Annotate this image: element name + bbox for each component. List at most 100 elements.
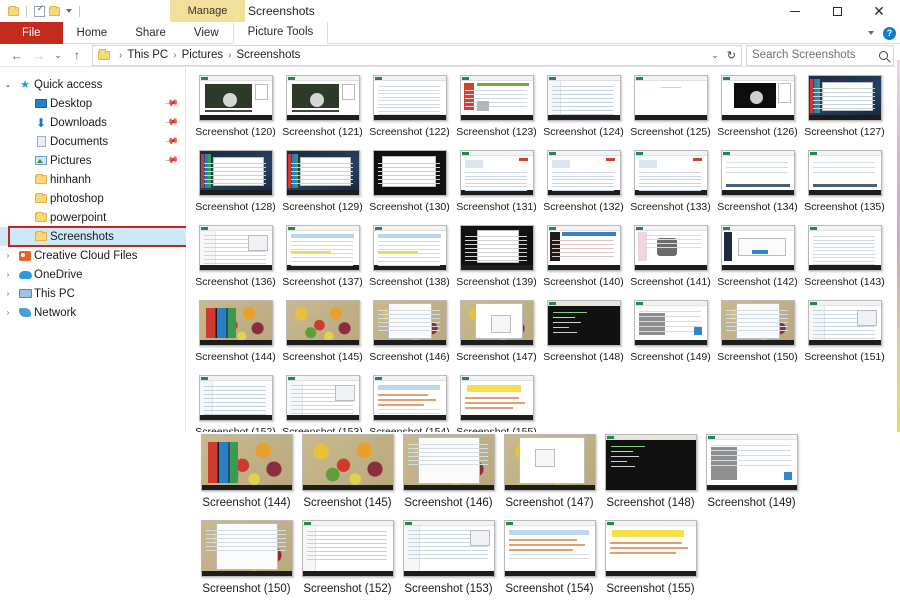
file-item[interactable]: Screenshot (154) (366, 373, 453, 432)
file-item[interactable]: Screenshot (142) (714, 223, 801, 298)
file-item[interactable]: Screenshot (125) (627, 73, 714, 148)
sidebar-item-powerpoint[interactable]: powerpoint (0, 208, 185, 227)
file-item[interactable]: Screenshot (137) (279, 223, 366, 298)
file-thumbnail[interactable] (459, 300, 534, 346)
overflow-file-thumbnail[interactable] (301, 520, 394, 577)
file-thumbnail[interactable] (285, 75, 360, 121)
overflow-file-thumbnail[interactable] (200, 520, 293, 577)
chevron-icon[interactable]: › (0, 289, 16, 298)
overflow-file-thumbnail[interactable] (604, 434, 697, 491)
maximize-button[interactable] (816, 0, 858, 22)
breadcrumb-item-screenshots[interactable]: Screenshots (236, 49, 300, 61)
file-thumbnail[interactable] (372, 150, 447, 196)
sidebar-item-this-pc[interactable]: › This PC (0, 284, 185, 303)
file-thumbnail[interactable] (198, 300, 273, 346)
file-thumbnail[interactable] (807, 300, 882, 346)
overflow-file-item[interactable]: Screenshot (152) (297, 520, 398, 600)
file-thumbnail[interactable] (372, 375, 447, 421)
file-item[interactable]: Screenshot (155) (453, 373, 540, 432)
file-thumbnail[interactable] (546, 300, 621, 346)
pin-icon[interactable]: 📌 (164, 115, 179, 130)
file-thumbnail[interactable] (633, 225, 708, 271)
file-item[interactable]: Screenshot (141) (627, 223, 714, 298)
up-button[interactable]: ↑ (66, 44, 88, 66)
file-item[interactable]: Screenshot (128) (192, 148, 279, 223)
pin-icon[interactable]: 📌 (164, 134, 179, 149)
sidebar-item-onedrive[interactable]: › OneDrive (0, 265, 185, 284)
recent-locations-button[interactable]: ⌄ (50, 44, 66, 66)
file-item[interactable]: Screenshot (123) (453, 73, 540, 148)
back-button[interactable]: ← (6, 44, 28, 66)
overflow-file-item[interactable]: Screenshot (148) (600, 434, 701, 520)
file-item[interactable]: Screenshot (131) (453, 148, 540, 223)
chevron-icon[interactable]: › (0, 251, 16, 260)
file-item[interactable]: Screenshot (148) (540, 298, 627, 373)
file-item[interactable]: Screenshot (152) (192, 373, 279, 432)
chevron-down-icon[interactable] (868, 31, 874, 35)
folder-icon[interactable] (8, 5, 19, 16)
file-thumbnail[interactable] (285, 300, 360, 346)
file-item[interactable]: Screenshot (149) (627, 298, 714, 373)
file-item[interactable]: Screenshot (144) (192, 298, 279, 373)
file-thumbnail[interactable] (372, 300, 447, 346)
sidebar-item-desktop[interactable]: Desktop 📌 (0, 94, 185, 113)
sidebar-item-photoshop[interactable]: photoshop (0, 189, 185, 208)
search-input[interactable]: Search Screenshots (752, 49, 879, 61)
file-item[interactable]: Screenshot (136) (192, 223, 279, 298)
file-thumbnail[interactable] (285, 225, 360, 271)
pin-icon[interactable]: 📌 (164, 96, 179, 111)
overflow-file-item[interactable]: Screenshot (150) (196, 520, 297, 600)
sidebar-item-screenshots[interactable]: Screenshots (0, 227, 185, 246)
properties-icon[interactable] (34, 3, 46, 17)
help-icon[interactable]: ? (883, 26, 896, 40)
close-button[interactable]: ✕ (858, 0, 900, 22)
tab-home[interactable]: Home (63, 22, 122, 44)
file-thumbnail[interactable] (198, 375, 273, 421)
file-thumbnail[interactable] (459, 150, 534, 196)
sidebar-item-creative-cloud-files[interactable]: › Creative Cloud Files (0, 246, 185, 265)
search-icon[interactable] (879, 50, 888, 60)
file-thumbnail[interactable] (459, 375, 534, 421)
breadcrumb-item-this-pc[interactable]: This PC (127, 49, 168, 61)
file-item[interactable]: Screenshot (140) (540, 223, 627, 298)
file-thumbnail[interactable] (459, 225, 534, 271)
file-item[interactable]: Screenshot (147) (453, 298, 540, 373)
file-thumbnail[interactable] (720, 225, 795, 271)
overflow-file-thumbnail[interactable] (200, 434, 293, 491)
file-item[interactable]: Screenshot (130) (366, 148, 453, 223)
file-thumbnail[interactable] (198, 75, 273, 121)
tab-file[interactable]: File (0, 22, 63, 44)
sidebar-item-pictures[interactable]: Pictures 📌 (0, 151, 185, 170)
chevron-down-icon[interactable]: ⌄ (711, 50, 719, 61)
customize-icon[interactable] (66, 9, 72, 13)
file-thumbnail[interactable] (807, 75, 882, 121)
overflow-file-item[interactable]: Screenshot (144) (196, 434, 297, 520)
file-thumbnail[interactable] (285, 150, 360, 196)
file-thumbnail[interactable] (459, 75, 534, 121)
file-item[interactable]: Screenshot (134) (714, 148, 801, 223)
sidebar-item-network[interactable]: › Network (0, 303, 185, 322)
file-item[interactable]: Screenshot (121) (279, 73, 366, 148)
overflow-file-thumbnail[interactable] (503, 520, 596, 577)
file-item[interactable]: Screenshot (124) (540, 73, 627, 148)
file-thumbnail[interactable] (633, 75, 708, 121)
file-item[interactable]: Screenshot (138) (366, 223, 453, 298)
overflow-file-item[interactable]: Screenshot (146) (398, 434, 499, 520)
tab-picture-tools[interactable]: Picture Tools (232, 22, 329, 44)
overflow-file-item[interactable]: Screenshot (155) (600, 520, 701, 600)
refresh-icon[interactable]: ↻ (727, 49, 736, 62)
file-item[interactable]: Screenshot (145) (279, 298, 366, 373)
file-item[interactable]: Screenshot (146) (366, 298, 453, 373)
sidebar-item-documents[interactable]: Documents 📌 (0, 132, 185, 151)
file-item[interactable]: Screenshot (143) (801, 223, 888, 298)
overflow-file-item[interactable]: Screenshot (154) (499, 520, 600, 600)
overflow-file-thumbnail[interactable] (604, 520, 697, 577)
breadcrumb-bar[interactable]: › This PC › Pictures › Screenshots ⌄ ↻ (92, 44, 742, 66)
chevron-icon[interactable]: › (0, 308, 16, 317)
file-item[interactable]: Screenshot (151) (801, 298, 888, 373)
file-thumbnail[interactable] (546, 75, 621, 121)
file-item[interactable]: Screenshot (139) (453, 223, 540, 298)
overflow-file-item[interactable]: Screenshot (147) (499, 434, 600, 520)
file-thumbnail[interactable] (546, 150, 621, 196)
overflow-file-thumbnail[interactable] (402, 434, 495, 491)
